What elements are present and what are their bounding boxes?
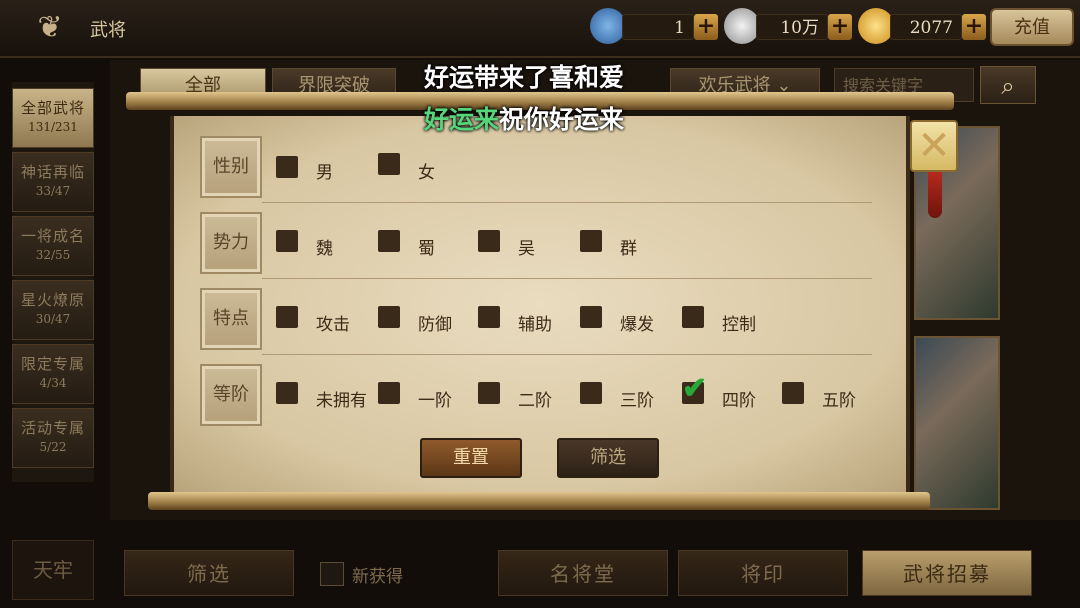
sidebar-item-count: 131/231	[28, 120, 78, 134]
filter-label-rank: 等阶	[200, 364, 262, 426]
option-label: 爆发	[620, 315, 654, 335]
sidebar-item-count: 32/55	[35, 248, 71, 262]
checkbox-rank-3[interactable]	[580, 382, 602, 404]
caption-rest: 祝你好运来	[499, 105, 625, 134]
search-icon[interactable]: ⌕	[980, 66, 1036, 104]
new-obtained-checkbox[interactable]	[320, 562, 344, 586]
option-label: 女	[418, 163, 435, 183]
checkbox-female[interactable]	[378, 153, 400, 175]
filter-label-trait: 特点	[200, 288, 262, 350]
bottom-filter-button[interactable]: 筛选	[124, 550, 294, 596]
option-label: 吴	[518, 239, 535, 259]
silver-count: 10万	[756, 14, 828, 40]
checkbox-control[interactable]	[682, 306, 704, 328]
option-label: 男	[316, 163, 333, 183]
gold-count: 2077	[890, 14, 962, 40]
add-silver-button[interactable]: +	[828, 14, 852, 40]
caption-line-2: 好运来祝你好运来	[424, 100, 624, 136]
back-icon[interactable]: ❦	[30, 10, 70, 46]
sidebar-item-count: 30/47	[35, 312, 71, 326]
sidebar-item-event[interactable]: 活动专属 5/22	[12, 408, 94, 468]
option-label: 二阶	[518, 391, 552, 411]
option-label: 魏	[316, 239, 333, 259]
add-gold-button[interactable]: +	[962, 14, 986, 40]
checkbox-shu[interactable]	[378, 230, 400, 252]
option-label: 攻击	[316, 315, 350, 335]
scroll-bottom-rod	[148, 492, 930, 510]
close-x-icon[interactable]: ✕	[910, 120, 958, 172]
caption-highlight: 好运来	[424, 105, 500, 134]
sidebar-item-limited[interactable]: 限定专属 4/34	[12, 344, 94, 404]
option-label: 一阶	[418, 391, 452, 411]
recruit-button[interactable]: 武将招募	[862, 550, 1032, 596]
sidebar-item-spark[interactable]: 星火燎原 30/47	[12, 280, 94, 340]
tassel-ornament	[928, 172, 942, 218]
page-title: 武将	[90, 20, 126, 41]
sidebar-item-label: 活动专属	[20, 419, 85, 437]
sidebar-item-myth[interactable]: 神话再临 33/47	[12, 152, 94, 212]
option-label: 辅助	[518, 315, 552, 335]
sidebar-item-count: 33/47	[35, 184, 71, 198]
option-label: 控制	[722, 315, 756, 335]
checkbox-male[interactable]	[276, 156, 298, 178]
option-label: 群	[620, 239, 637, 259]
sidebar: 全部武将 131/231 神话再临 33/47 一将成名 32/55 星火燎原 …	[12, 82, 94, 482]
checkbox-wei[interactable]	[276, 230, 298, 252]
sidebar-item-label: 一将成名	[20, 227, 85, 245]
sidebar-item-label: 星火燎原	[20, 291, 85, 309]
option-label: 蜀	[418, 239, 435, 259]
option-label: 四阶	[722, 391, 756, 411]
apply-filter-button[interactable]: 筛选	[557, 438, 659, 478]
checkbox-wu[interactable]	[478, 230, 500, 252]
crystal-icon	[590, 8, 626, 44]
sidebar-item-count: 4/34	[39, 376, 67, 390]
sidebar-item-all[interactable]: 全部武将 131/231	[12, 88, 94, 148]
sidebar-item-label: 神话再临	[20, 163, 85, 181]
sidebar-item-label: 全部武将	[20, 99, 85, 117]
checkbox-not-owned[interactable]	[276, 382, 298, 404]
silver-ingot-icon	[724, 8, 760, 44]
option-label: 未拥有	[316, 391, 367, 411]
reset-button[interactable]: 重置	[420, 438, 522, 478]
checkbox-rank-2[interactable]	[478, 382, 500, 404]
checkmark-icon: ✔	[682, 371, 708, 406]
hall-of-fame-button[interactable]: 名将堂	[498, 550, 668, 596]
row-divider	[262, 278, 872, 279]
new-obtained-label: 新获得	[352, 567, 403, 587]
sidebar-item-count: 5/22	[39, 440, 67, 454]
row-divider	[262, 354, 872, 355]
row-divider	[262, 202, 872, 203]
tianlao-button[interactable]: 天牢	[12, 540, 94, 600]
add-crystal-button[interactable]: +	[694, 14, 718, 40]
sidebar-item-label: 限定专属	[20, 355, 85, 373]
checkbox-rank-1[interactable]	[378, 382, 400, 404]
option-label: 五阶	[822, 391, 856, 411]
hero-card[interactable]	[914, 336, 1000, 510]
option-label: 三阶	[620, 391, 654, 411]
gold-ingot-icon	[858, 8, 894, 44]
filter-label-faction: 势力	[200, 212, 262, 274]
crystal-count: 1	[622, 14, 694, 40]
option-label: 防御	[418, 315, 452, 335]
general-seal-button[interactable]: 将印	[678, 550, 848, 596]
sidebar-item-famous[interactable]: 一将成名 32/55	[12, 216, 94, 276]
caption-line-1: 好运带来了喜和爱	[424, 63, 625, 92]
checkbox-attack[interactable]	[276, 306, 298, 328]
checkbox-support[interactable]	[478, 306, 500, 328]
checkbox-rank-5[interactable]	[782, 382, 804, 404]
checkbox-qun[interactable]	[580, 230, 602, 252]
checkbox-defense[interactable]	[378, 306, 400, 328]
checkbox-burst[interactable]	[580, 306, 602, 328]
filter-label-gender: 性别	[200, 136, 262, 198]
recharge-button[interactable]: 充值	[990, 8, 1074, 46]
